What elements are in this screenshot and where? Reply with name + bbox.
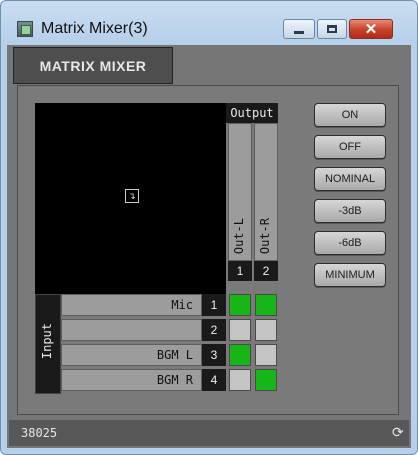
input-number-3: 3 — [202, 344, 226, 366]
panel-header: MATRIX MIXER — [13, 47, 173, 84]
close-button[interactable]: ✕ — [349, 19, 393, 39]
matrix-cell[interactable] — [229, 344, 251, 366]
input-number-2: 2 — [202, 319, 226, 341]
input-label-bgm-r: BGM R — [61, 369, 202, 391]
output-header: Output — [226, 103, 278, 123]
input-header-text: Input — [40, 323, 54, 360]
output-number-1: 1 — [228, 261, 252, 281]
on-button[interactable]: ON — [314, 103, 386, 127]
matrix-cell[interactable] — [229, 319, 251, 341]
minimum-button[interactable]: MINIMUM — [314, 263, 386, 287]
minus-6db-button[interactable]: -6dB — [314, 231, 386, 255]
input-number-4: 4 — [202, 369, 226, 391]
maximize-icon — [327, 25, 337, 33]
nominal-button[interactable]: NOMINAL — [314, 167, 386, 191]
matrix-cell[interactable] — [255, 294, 277, 316]
matrix-cell[interactable] — [255, 344, 277, 366]
matrix-cell[interactable] — [229, 294, 251, 316]
corner-arrow-icon[interactable]: ↴ — [125, 189, 139, 203]
output-label-out-r: Out-R — [254, 123, 278, 261]
minus-3db-button[interactable]: -3dB — [314, 199, 386, 223]
matrix-cell[interactable] — [255, 369, 277, 391]
component-id: 38025 — [21, 426, 58, 440]
matrix-cell[interactable] — [255, 319, 277, 341]
close-icon: ✕ — [364, 20, 378, 38]
output-label-text: Out-L — [232, 217, 246, 254]
matrix-mixer-window: Matrix Mixer(3) ✕ MATRIX MIXER ↴ Output … — [0, 0, 418, 455]
window-title: Matrix Mixer(3) — [41, 20, 148, 37]
minimize-icon — [294, 30, 304, 34]
input-header: Input — [35, 294, 61, 394]
input-label-bgm-l: BGM L — [61, 344, 202, 366]
matrix-content: ↴ Output Out-L Out-R 1 2 Input Mic BGM L… — [17, 85, 399, 415]
off-button[interactable]: OFF — [314, 135, 386, 159]
refresh-icon[interactable]: ⟳ — [392, 425, 406, 439]
status-bar: 38025 ⟳ — [9, 420, 409, 446]
app-icon — [17, 21, 33, 37]
title-bar[interactable]: Matrix Mixer(3) ✕ — [1, 1, 417, 41]
matrix-cell[interactable] — [229, 369, 251, 391]
maximize-button[interactable] — [317, 19, 347, 39]
output-label-out-l: Out-L — [228, 123, 252, 261]
output-label-text: Out-R — [258, 217, 272, 254]
input-label-2 — [61, 319, 202, 341]
mixer-panel: MATRIX MIXER ↴ Output Out-L Out-R 1 2 In… — [7, 45, 411, 448]
input-number-1: 1 — [202, 294, 226, 316]
input-label-mic: Mic — [61, 294, 202, 316]
matrix-corner-area: ↴ — [35, 103, 226, 294]
output-number-2: 2 — [254, 261, 278, 281]
minimize-button[interactable] — [283, 19, 315, 39]
